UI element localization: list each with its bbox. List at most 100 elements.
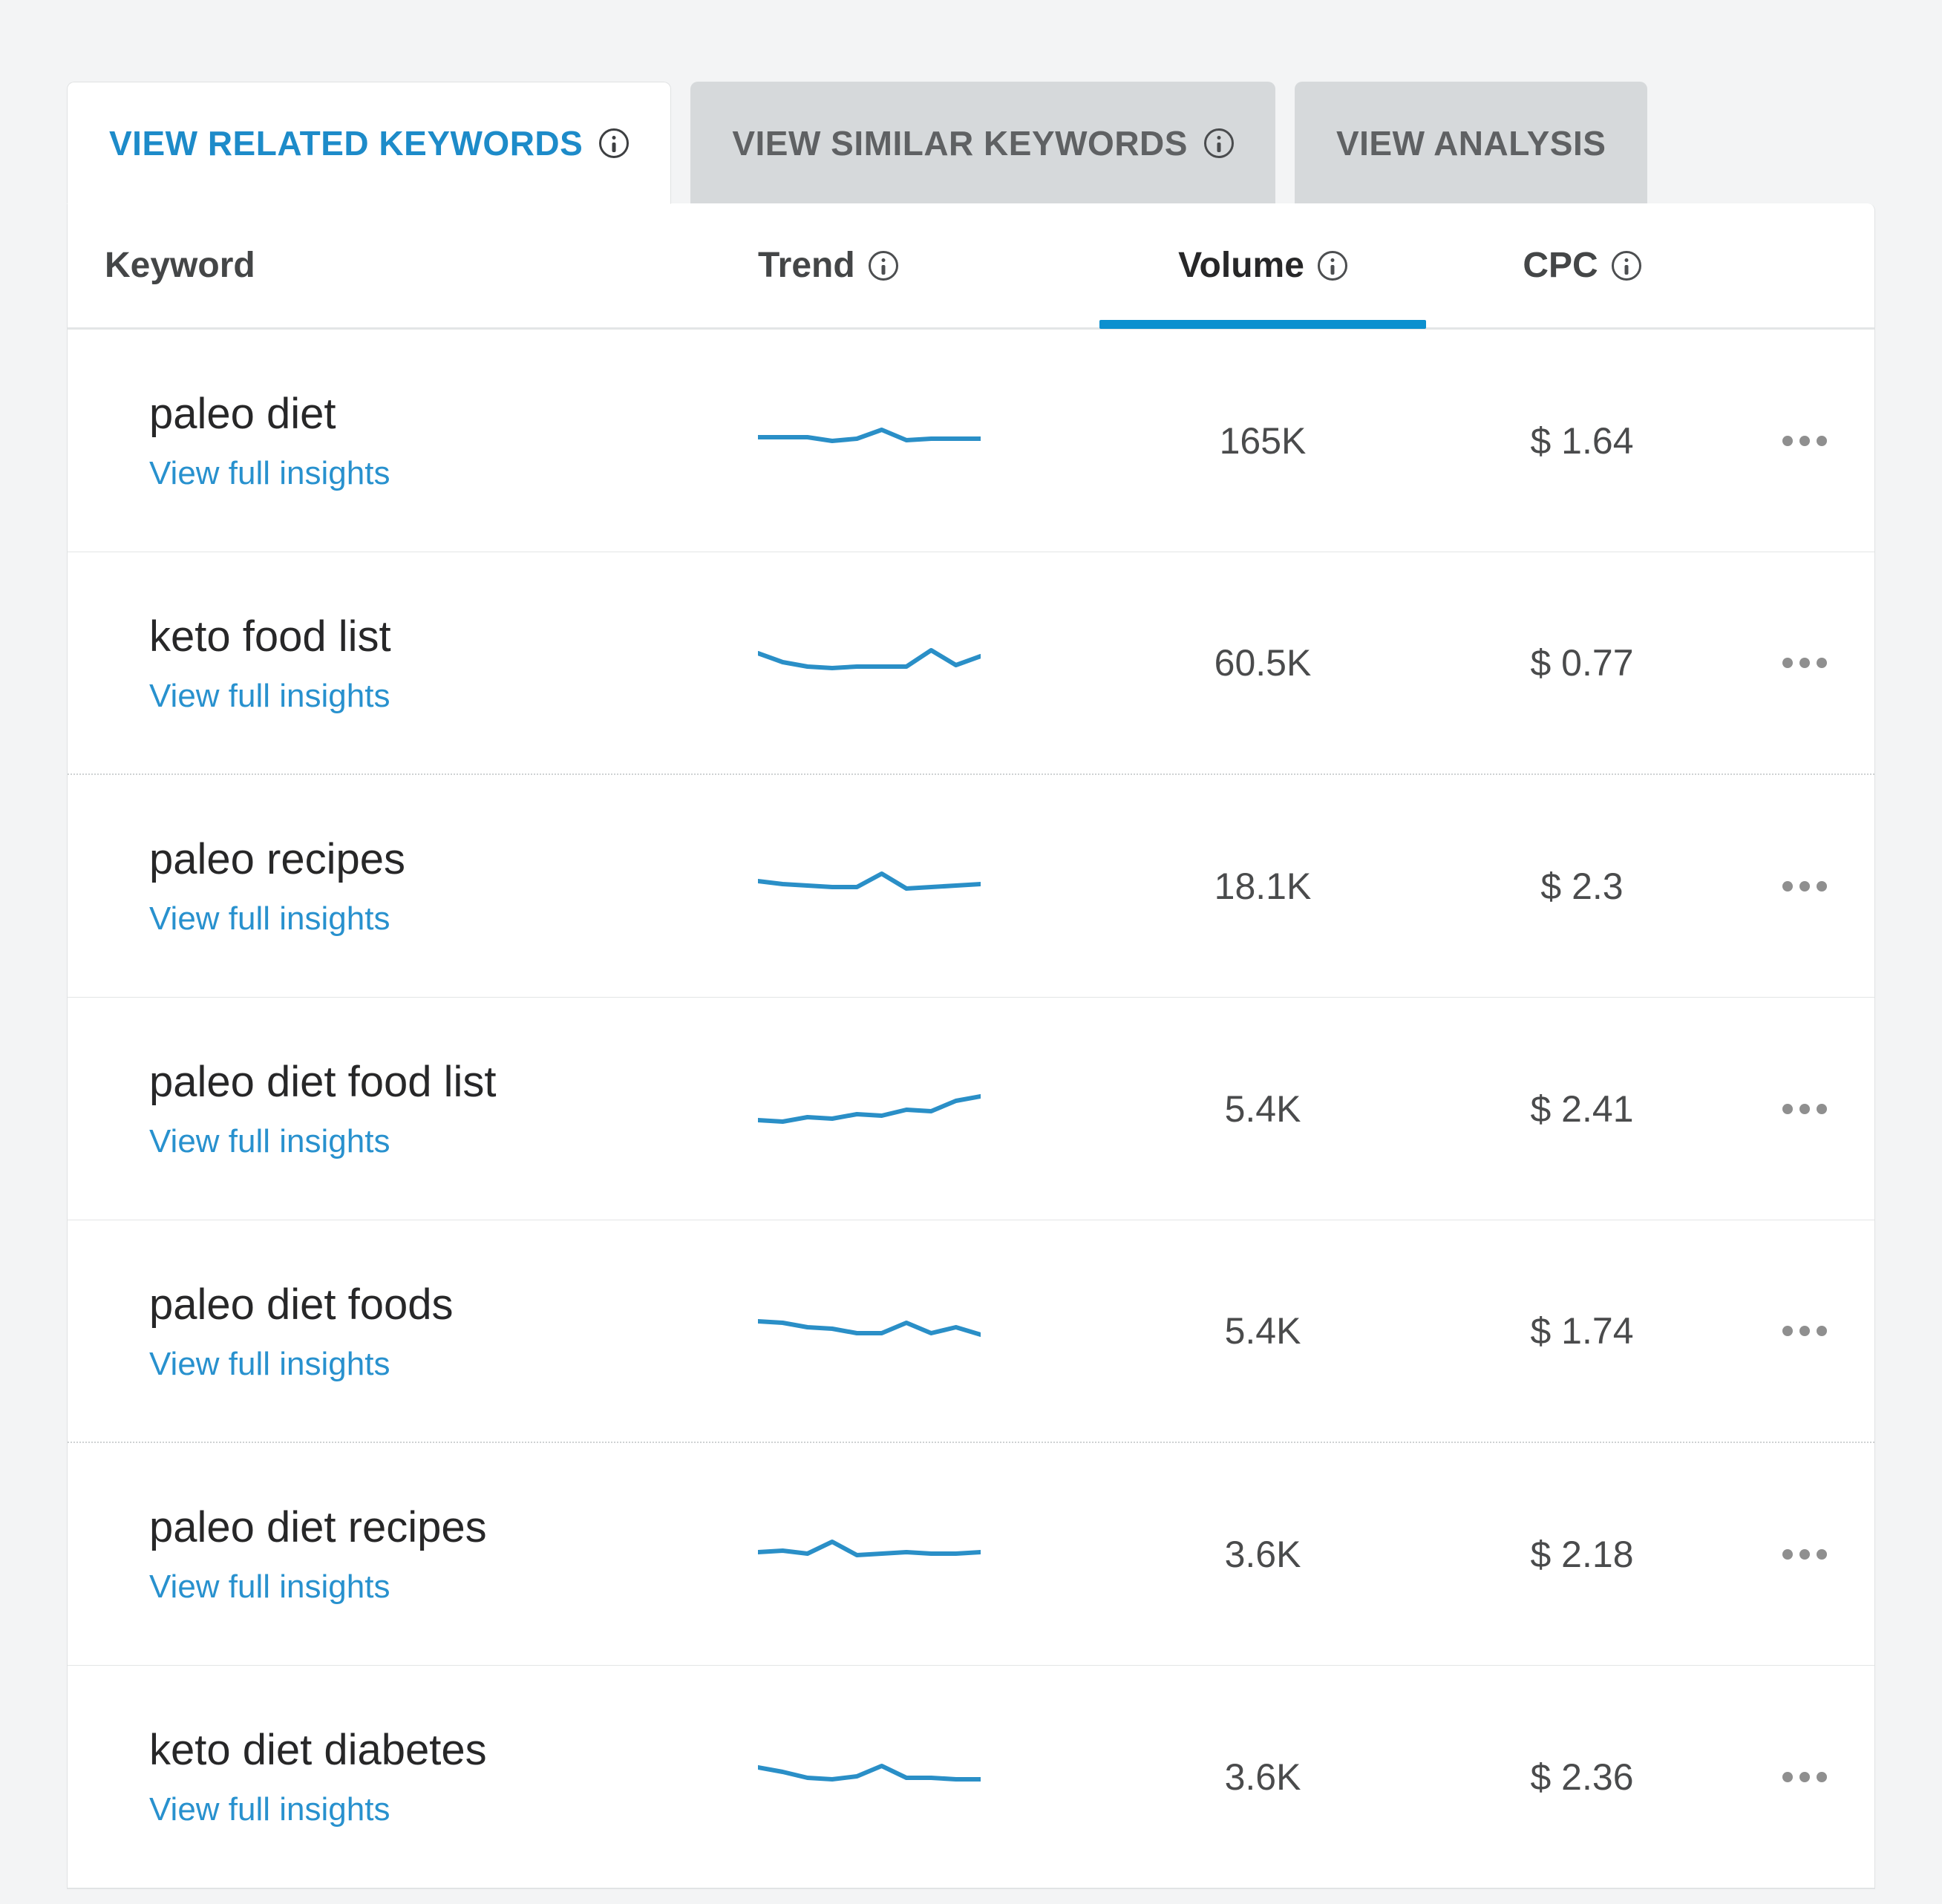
cell-keyword: paleo recipes View full insights bbox=[149, 834, 758, 938]
cell-trend bbox=[758, 422, 1099, 459]
tab-label: VIEW RELATED KEYWORDS bbox=[109, 123, 583, 163]
column-label: CPC bbox=[1523, 245, 1598, 286]
trend-sparkline-icon bbox=[758, 422, 981, 459]
cell-keyword: paleo diet recipes View full insights bbox=[149, 1502, 758, 1606]
column-header-volume[interactable]: Volume bbox=[1099, 245, 1426, 286]
more-actions-icon[interactable] bbox=[1772, 871, 1837, 902]
table-body: paleo dietView full insights 165K $ 1.64 ke… bbox=[68, 330, 1874, 1888]
more-actions-icon[interactable] bbox=[1772, 1539, 1837, 1570]
cell-actions bbox=[1738, 425, 1837, 457]
column-header-keyword[interactable]: Keyword bbox=[105, 245, 758, 286]
tab-strip: VIEW RELATED KEYWORDS VIEW SIMILAR KEYWO… bbox=[67, 82, 1875, 204]
tab-analysis[interactable]: VIEW ANALYSIS bbox=[1295, 82, 1648, 204]
view-full-insights-link[interactable]: View full insights bbox=[149, 1568, 390, 1606]
column-label: Volume bbox=[1178, 245, 1304, 286]
table-row: keto food list View full insights 60.5K $ 0… bbox=[68, 552, 1874, 775]
cell-volume: 5.4K bbox=[1099, 1309, 1426, 1352]
tab-related-keywords[interactable]: VIEW RELATED KEYWORDS bbox=[67, 82, 671, 204]
cpc-value: $ 1.64 bbox=[1530, 419, 1633, 462]
cell-cpc: $ 1.64 bbox=[1426, 419, 1738, 462]
cpc-value: $ 2.36 bbox=[1530, 1756, 1633, 1799]
cell-volume: 18.1K bbox=[1099, 865, 1426, 908]
cell-actions bbox=[1738, 1093, 1837, 1125]
view-full-insights-link[interactable]: View full insights bbox=[149, 1791, 390, 1828]
cell-volume: 165K bbox=[1099, 419, 1426, 462]
cell-cpc: $ 2.41 bbox=[1426, 1087, 1738, 1131]
table-row: paleo diet food list View full insights 5.… bbox=[68, 998, 1874, 1220]
more-actions-icon[interactable] bbox=[1772, 647, 1837, 678]
volume-value: 3.6K bbox=[1225, 1756, 1301, 1799]
keyword-text: paleo diet recipes bbox=[149, 1502, 487, 1552]
info-icon[interactable] bbox=[599, 128, 629, 158]
column-header-trend[interactable]: Trend bbox=[758, 245, 1099, 286]
cell-cpc: $ 1.74 bbox=[1426, 1309, 1738, 1352]
trend-sparkline-icon bbox=[758, 1090, 981, 1128]
cell-actions bbox=[1738, 1315, 1837, 1347]
cell-volume: 60.5K bbox=[1099, 641, 1426, 684]
table-header: Keyword Trend Volume CPC bbox=[68, 203, 1874, 330]
cell-volume: 5.4K bbox=[1099, 1087, 1426, 1131]
cell-cpc: $ 2.3 bbox=[1426, 865, 1738, 908]
more-actions-icon[interactable] bbox=[1772, 1761, 1837, 1793]
cell-volume: 3.6K bbox=[1099, 1756, 1426, 1799]
cell-trend bbox=[758, 1759, 1099, 1796]
cell-cpc: $ 2.18 bbox=[1426, 1533, 1738, 1576]
cell-trend bbox=[758, 1090, 1099, 1128]
view-full-insights-link[interactable]: View full insights bbox=[149, 900, 390, 938]
volume-value: 60.5K bbox=[1214, 641, 1312, 684]
view-full-insights-link[interactable]: View full insights bbox=[149, 1123, 390, 1160]
panel-wrap: Keyword Trend Volume CPC paleo dietView … bbox=[67, 203, 1875, 1889]
table-row: paleo dietView full insights 165K $ 1.64 bbox=[68, 330, 1874, 552]
cell-keyword: paleo diet food list View full insights bbox=[149, 1057, 758, 1160]
keyword-research-panel: VIEW RELATED KEYWORDS VIEW SIMILAR KEYWO… bbox=[0, 0, 1942, 1904]
volume-value: 18.1K bbox=[1214, 865, 1312, 908]
view-full-insights-link[interactable]: View full insights bbox=[149, 1346, 390, 1383]
cell-keyword: paleo diet foods View full insights bbox=[149, 1280, 758, 1383]
volume-value: 165K bbox=[1220, 419, 1307, 462]
column-label: Trend bbox=[758, 245, 855, 286]
cell-trend bbox=[758, 644, 1099, 681]
info-icon[interactable] bbox=[1204, 128, 1234, 158]
info-icon[interactable] bbox=[1612, 251, 1641, 281]
more-actions-icon[interactable] bbox=[1772, 425, 1837, 457]
cpc-value: $ 2.3 bbox=[1540, 865, 1623, 908]
keyword-text: paleo diet foods bbox=[149, 1280, 454, 1329]
cell-cpc: $ 2.36 bbox=[1426, 1756, 1738, 1799]
cell-actions bbox=[1738, 647, 1837, 678]
keyword-text: keto diet diabetes bbox=[149, 1725, 487, 1775]
info-icon[interactable] bbox=[1318, 251, 1347, 281]
trend-sparkline-icon bbox=[758, 868, 981, 905]
table-row: paleo recipes View full insights 18.1K $ 2.… bbox=[68, 775, 1874, 998]
table-row: keto diet diabetes View full insights 3.6K… bbox=[68, 1666, 1874, 1888]
trend-sparkline-icon bbox=[758, 1759, 981, 1796]
tab-label: VIEW ANALYSIS bbox=[1336, 123, 1606, 163]
volume-value: 5.4K bbox=[1225, 1087, 1301, 1131]
column-label: Keyword bbox=[105, 245, 255, 286]
cell-actions bbox=[1738, 1761, 1837, 1793]
results-panel: Keyword Trend Volume CPC paleo dietView … bbox=[67, 203, 1875, 1889]
keyword-text: keto food list bbox=[149, 612, 391, 661]
cell-actions bbox=[1738, 871, 1837, 902]
cell-volume: 3.6K bbox=[1099, 1533, 1426, 1576]
cell-trend bbox=[758, 1536, 1099, 1573]
cell-keyword: keto food list View full insights bbox=[149, 612, 758, 715]
tab-label: VIEW SIMILAR KEYWORDS bbox=[732, 123, 1188, 163]
trend-sparkline-icon bbox=[758, 1312, 981, 1350]
more-actions-icon[interactable] bbox=[1772, 1315, 1837, 1347]
table-row: paleo diet recipes View full insights 3.6K… bbox=[68, 1443, 1874, 1666]
cpc-value: $ 1.74 bbox=[1530, 1309, 1633, 1352]
keyword-text: paleo recipes bbox=[149, 834, 405, 884]
tab-similar-keywords[interactable]: VIEW SIMILAR KEYWORDS bbox=[690, 82, 1275, 204]
info-icon[interactable] bbox=[869, 251, 898, 281]
column-header-cpc[interactable]: CPC bbox=[1426, 245, 1738, 286]
view-full-insights-link[interactable]: View full insights bbox=[149, 455, 390, 492]
cell-trend bbox=[758, 1312, 1099, 1350]
cell-keyword: paleo dietView full insights bbox=[149, 389, 758, 492]
view-full-insights-link[interactable]: View full insights bbox=[149, 678, 390, 715]
keyword-text: paleo diet food list bbox=[149, 1057, 497, 1107]
cpc-value: $ 2.18 bbox=[1530, 1533, 1633, 1576]
cell-cpc: $ 0.77 bbox=[1426, 641, 1738, 684]
more-actions-icon[interactable] bbox=[1772, 1093, 1837, 1125]
trend-sparkline-icon bbox=[758, 644, 981, 681]
cpc-value: $ 0.77 bbox=[1530, 641, 1633, 684]
